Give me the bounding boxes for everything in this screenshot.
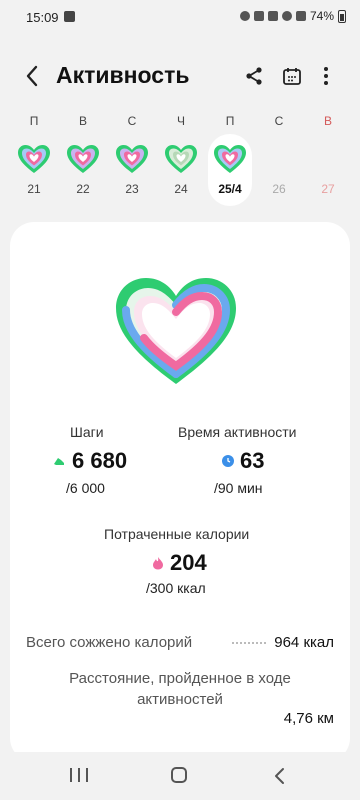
more-vertical-icon — [324, 67, 328, 85]
distance-label: Расстояние, пройденное в ходе активносте… — [69, 670, 291, 708]
system-nav-bar — [0, 752, 360, 800]
battery-percent: 74% — [309, 9, 334, 23]
page-title: Активность — [56, 62, 190, 88]
status-icons: 74% — [239, 9, 346, 23]
day-letter: В — [323, 114, 332, 128]
day-number: 22 — [76, 182, 90, 196]
day-item[interactable]: С 26 — [259, 108, 299, 196]
day-item[interactable]: П 21 — [14, 108, 54, 196]
signal-icon — [295, 11, 306, 21]
calendar-icon — [283, 68, 301, 85]
app-header: Активность — [0, 52, 360, 100]
steps-value-row: 6 680 — [52, 448, 127, 474]
day-item-selected[interactable]: П 25/4 — [210, 108, 250, 196]
share-icon — [246, 67, 262, 85]
day-item[interactable]: С 23 — [112, 108, 152, 196]
day-item[interactable]: В 27 — [308, 108, 348, 196]
active-time-value-row: 63 — [222, 448, 264, 474]
steps-goal: /6 000 — [66, 480, 105, 496]
leader-dots — [232, 642, 266, 644]
activity-rings-heart-icon — [116, 278, 236, 384]
home-button[interactable] — [171, 767, 187, 783]
total-calories-row: Всего сожжено калорий 964 ккал — [26, 634, 334, 656]
activity-heart-icon — [116, 145, 148, 173]
more-options-button[interactable] — [312, 62, 340, 90]
activity-heart-icon — [165, 145, 197, 173]
status-bar: 15:09 74% — [0, 0, 360, 36]
day-item[interactable]: В 22 — [63, 108, 103, 196]
clock-icon — [222, 455, 234, 467]
distance-label-row: Расстояние, пройденное в ходе активносте… — [26, 668, 334, 708]
calories-goal: /300 ккал — [146, 580, 206, 596]
clock-icon — [253, 11, 264, 21]
calories-value: 204 — [170, 550, 207, 575]
active-time-value: 63 — [240, 448, 265, 473]
activity-heart-icon — [18, 145, 50, 173]
day-letter: Ч — [177, 114, 185, 128]
day-letter: С — [274, 114, 284, 128]
steps-value: 6 680 — [72, 448, 128, 473]
day-letter: С — [127, 114, 137, 128]
day-number: 25/4 — [218, 182, 242, 196]
wifi-icon — [281, 11, 292, 21]
activity-card: Шаги 6 680 /6 000 Время активности 63 /9… — [10, 222, 350, 762]
day-number: 27 — [321, 182, 335, 196]
distance-value: 4,76 км — [283, 710, 334, 727]
steps-shoe-icon — [54, 458, 64, 465]
flame-icon — [153, 557, 163, 570]
day-letter: В — [78, 114, 87, 128]
day-letter: П — [225, 114, 235, 128]
day-number: 24 — [174, 182, 188, 196]
week-strip: П 21 В 22 С 23 Ч 24 П 25/4 С 26 В 27 — [8, 108, 352, 206]
back-nav-icon[interactable] — [270, 766, 290, 786]
alarm-icon — [239, 11, 250, 21]
battery-icon — [338, 9, 346, 23]
mute-icon — [267, 11, 278, 21]
calendar-button[interactable] — [278, 62, 306, 90]
total-calories-label: Всего сожжено калорий — [26, 634, 193, 651]
steps-label: Шаги — [70, 424, 104, 440]
day-number: 23 — [125, 182, 139, 196]
activity-heart-icon — [214, 145, 246, 173]
distance-value-row: 4,76 км — [26, 710, 334, 732]
active-time-goal: /90 мин — [214, 480, 263, 496]
calories-label: Потраченные калории — [104, 526, 250, 542]
active-time-label: Время активности — [178, 424, 297, 440]
day-number: 21 — [27, 182, 41, 196]
total-calories-value: 964 ккал — [274, 634, 334, 651]
recent-apps-button[interactable] — [70, 768, 88, 784]
share-button[interactable] — [240, 62, 268, 90]
back-button[interactable] — [18, 62, 46, 90]
day-item[interactable]: Ч 24 — [161, 108, 201, 196]
status-time: 15:09 — [26, 10, 59, 25]
calories-value-row: 204 — [152, 550, 207, 576]
day-number: 26 — [272, 182, 286, 196]
gallery-notification-icon — [64, 11, 75, 22]
day-letter: П — [29, 114, 39, 128]
chevron-left-icon — [26, 65, 38, 87]
activity-heart-icon — [67, 145, 99, 173]
